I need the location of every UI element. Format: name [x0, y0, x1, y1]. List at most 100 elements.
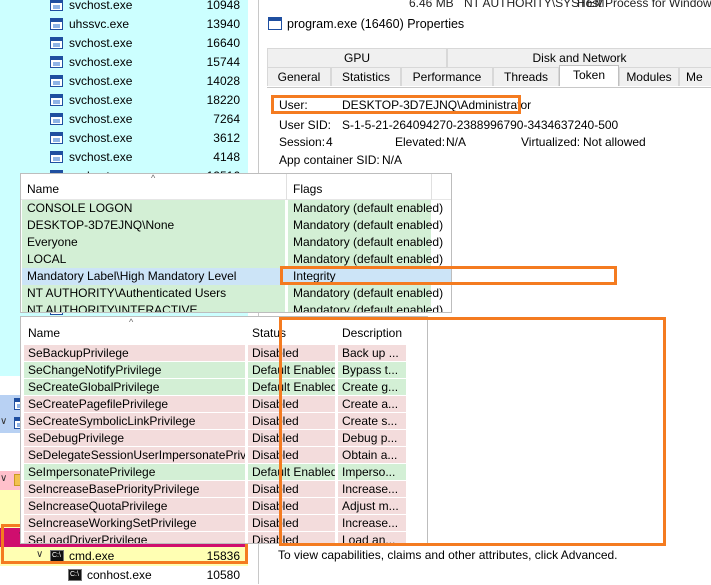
- tab-gpu[interactable]: GPU: [267, 48, 447, 67]
- process-row[interactable]: svchost.exe 14028: [0, 72, 248, 91]
- privilege-name: SeDelegateSessionUserImpersonatePrivileg…: [24, 447, 245, 463]
- process-name: svchost.exe: [69, 0, 133, 12]
- privilege-name: SeLoadDriverPrivilege: [24, 532, 245, 543]
- group-flags: Integrity: [293, 269, 336, 283]
- privilege-row[interactable]: SeCreatePagefilePrivilege Disabled Create …: [21, 396, 427, 413]
- group-name: LOCAL: [27, 252, 67, 266]
- privilege-description: Create g...: [338, 379, 406, 395]
- privilege-row[interactable]: SeDelegateSessionUserImpersonatePrivileg…: [21, 447, 427, 464]
- tab-modules[interactable]: Modules: [619, 67, 679, 86]
- process-pid: 3612: [213, 131, 240, 145]
- privilege-row[interactable]: SeIncreaseQuotaPrivilege Disabled Adjust m…: [21, 498, 427, 515]
- process-row[interactable]: svchost.exe 10948: [0, 0, 248, 15]
- groups-column-flags[interactable]: Flags: [293, 182, 322, 196]
- process-row[interactable]: svchost.exe 4148: [0, 148, 248, 167]
- tab-general[interactable]: General: [267, 67, 331, 86]
- privileges-column-name[interactable]: Name: [28, 326, 60, 340]
- privileges-column-status[interactable]: Status: [252, 326, 286, 340]
- process-row[interactable]: svchost.exe 7264: [0, 110, 248, 129]
- privilege-description: Back up ...: [338, 345, 406, 361]
- service-app-icon: [50, 0, 63, 11]
- privilege-row[interactable]: SeImpersonatePrivilege Default Enabled Imp…: [21, 464, 427, 481]
- process-row[interactable]: C:\ conhost.exe 10580: [0, 566, 248, 585]
- sort-ascending-icon: ^: [151, 173, 156, 183]
- privileges-list[interactable]: ^ Name Status Description SeBackupPrivil…: [20, 316, 428, 544]
- window-title: program.exe (16460) Properties: [287, 17, 465, 31]
- tab-threads[interactable]: Threads: [493, 67, 559, 86]
- group-flags: Mandatory (default enabled): [293, 201, 444, 215]
- process-row[interactable]: uhssvc.exe 13940: [0, 15, 248, 34]
- tab-token[interactable]: Token: [559, 65, 619, 86]
- collapse-arrow-icon[interactable]: ∨: [0, 473, 12, 484]
- title-bar[interactable]: program.exe (16460) Properties: [259, 10, 711, 40]
- privilege-row[interactable]: SeCreateSymbolicLinkPrivilege Disabled Cre…: [21, 413, 427, 430]
- privilege-description: Imperso...: [338, 464, 406, 480]
- session-label: Session:: [279, 135, 326, 149]
- tab-memory-partial[interactable]: Me: [679, 67, 711, 86]
- groups-header: ^ Name Flags: [21, 174, 451, 200]
- process-pid: 15744: [206, 55, 240, 69]
- privilege-row[interactable]: SeLoadDriverPrivilege Disabled Load an...: [21, 532, 427, 543]
- app-container-sid-value: N/A: [382, 153, 403, 167]
- sort-ascending-icon: ^: [129, 317, 134, 327]
- group-row[interactable]: CONSOLE LOGON Mandatory (default enabled): [21, 200, 451, 217]
- user-value: DESKTOP-3D7EJNQ\Administrator: [342, 98, 532, 112]
- group-name: DESKTOP-3D7EJNQ\None: [27, 218, 175, 232]
- privilege-description: Debug p...: [338, 430, 406, 446]
- tab-statistics[interactable]: Statistics: [331, 67, 401, 86]
- privilege-row[interactable]: SeBackupPrivilege Disabled Back up ...: [21, 345, 427, 362]
- group-row[interactable]: DESKTOP-3D7EJNQ\None Mandatory (default e…: [21, 217, 451, 234]
- privilege-row[interactable]: SeCreateGlobalPrivilege Default Enabled Cr…: [21, 379, 427, 396]
- process-row[interactable]: svchost.exe 3612: [0, 129, 248, 148]
- group-flags: Mandatory (default enabled): [293, 286, 444, 300]
- privilege-row[interactable]: SeIncreaseBasePriorityPrivilege Disabled I…: [21, 481, 427, 498]
- service-app-icon: [50, 37, 63, 49]
- privilege-row[interactable]: SeDebugPrivilege Disabled Debug p...: [21, 430, 427, 447]
- service-app-icon: [50, 113, 63, 125]
- column-divider[interactable]: [286, 174, 287, 200]
- privilege-status: Disabled: [248, 532, 335, 543]
- session-value: 4: [326, 135, 333, 149]
- group-row[interactable]: Mandatory Label\High Mandatory Level Inte…: [21, 268, 451, 285]
- group-row[interactable]: NT AUTHORITY\INTERACTIVE Mandatory (defau…: [21, 302, 451, 313]
- process-pid: 18220: [206, 93, 240, 107]
- privilege-row[interactable]: SeChangeNotifyPrivilege Default Enabled By…: [21, 362, 427, 379]
- group-row[interactable]: NT AUTHORITY\Authenticated Users Mandator…: [21, 285, 451, 302]
- privilege-status: Default Enabled: [248, 464, 335, 480]
- process-pid: 14028: [206, 74, 240, 88]
- virtualized-label: Virtualized:: [521, 135, 581, 149]
- privileges-column-description[interactable]: Description: [342, 326, 402, 340]
- collapse-arrow-icon[interactable]: ∨: [0, 416, 12, 427]
- privilege-description: Load an...: [338, 532, 406, 543]
- description-value: Host Process for Windows: [577, 0, 711, 10]
- tab-performance[interactable]: Performance: [401, 67, 493, 86]
- groups-list[interactable]: ^ Name Flags CONSOLE LOGON Mandatory (def…: [20, 173, 452, 313]
- app-container-sid-label: App container SID:: [279, 153, 380, 167]
- process-name: svchost.exe: [69, 36, 133, 50]
- group-name: NT AUTHORITY\INTERACTIVE: [27, 303, 198, 313]
- privilege-status: Disabled: [248, 413, 335, 429]
- service-app-icon: [50, 56, 63, 68]
- privilege-description: Increase...: [338, 515, 406, 531]
- process-row[interactable]: svchost.exe 18220: [0, 91, 248, 110]
- privilege-status: Disabled: [248, 447, 335, 463]
- service-app-icon: [50, 94, 63, 106]
- privilege-row[interactable]: SeIncreaseWorkingSetPrivilege Disabled Inc…: [21, 515, 427, 532]
- column-divider[interactable]: [431, 174, 432, 200]
- tab-divider: [267, 87, 711, 88]
- process-pid: 13940: [206, 17, 240, 31]
- privilege-name: SeDebugPrivilege: [24, 430, 245, 446]
- privilege-name: SeImpersonatePrivilege: [24, 464, 245, 480]
- group-row[interactable]: LOCAL Mandatory (default enabled): [21, 251, 451, 268]
- process-name: conhost.exe: [87, 568, 152, 582]
- process-row[interactable]: svchost.exe 16640: [0, 34, 248, 53]
- group-name: Mandatory Label\High Mandatory Level: [27, 269, 237, 283]
- privilege-description: Bypass t...: [338, 362, 406, 378]
- process-pid: 10948: [206, 0, 240, 12]
- groups-column-name[interactable]: Name: [27, 182, 59, 196]
- process-row[interactable]: svchost.exe 15744: [0, 53, 248, 72]
- process-name: svchost.exe: [69, 131, 133, 145]
- privilege-name: SeCreateSymbolicLinkPrivilege: [24, 413, 245, 429]
- privilege-name: SeChangeNotifyPrivilege: [24, 362, 245, 378]
- group-row[interactable]: Everyone Mandatory (default enabled): [21, 234, 451, 251]
